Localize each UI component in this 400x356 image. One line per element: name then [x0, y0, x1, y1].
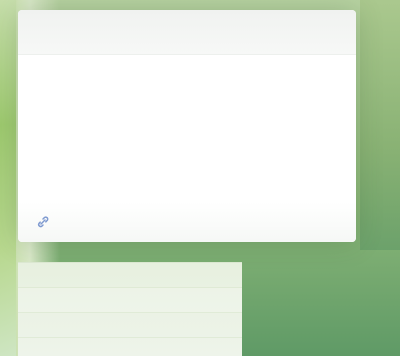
dialog-window	[18, 10, 356, 242]
right-accent	[360, 0, 400, 250]
left-accent	[0, 0, 16, 356]
dialog-titlebar	[18, 10, 356, 55]
panel-row	[18, 288, 242, 313]
dialog-body	[18, 55, 356, 73]
link-icon	[36, 215, 50, 229]
footer-link-button[interactable]	[36, 215, 58, 229]
panel-row	[18, 263, 242, 288]
bottom-info-panel	[18, 262, 242, 356]
dialog-footer	[18, 202, 356, 242]
panel-row	[18, 313, 242, 338]
